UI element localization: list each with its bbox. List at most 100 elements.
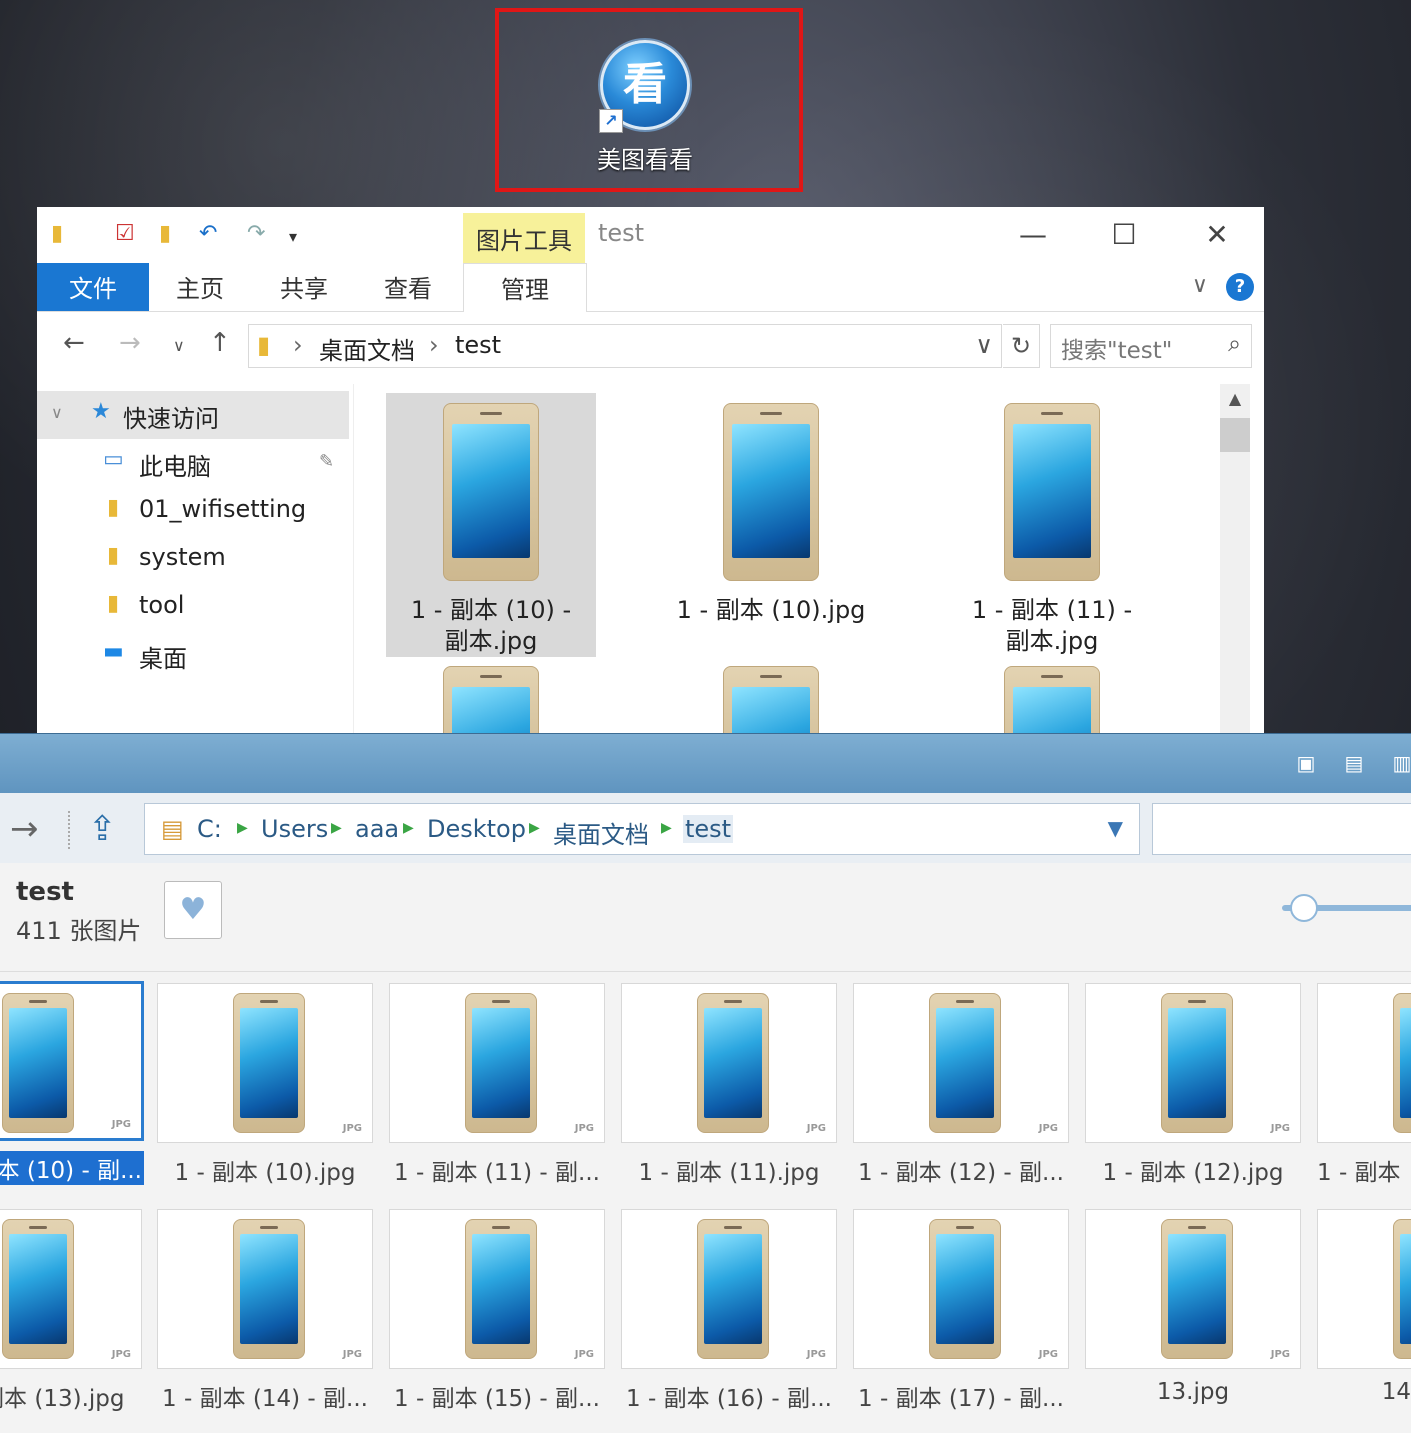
- pin-icon[interactable]: ✎: [319, 451, 334, 472]
- image-thumbnail: [2, 1219, 74, 1359]
- thumbnail-caption: 1 - 副本 (10) - 副...: [0, 1151, 144, 1185]
- close-button[interactable]: ✕: [1187, 215, 1247, 255]
- file-type-badge: JPG: [342, 1349, 362, 1360]
- forward-button[interactable]: →: [119, 328, 141, 358]
- tab-home[interactable]: 主页: [163, 263, 237, 311]
- customize-dropdown-icon[interactable]: ▾: [289, 227, 297, 246]
- thumbnail-cell[interactable]: JPG 1 - 副本 (16) - 副...: [621, 1209, 837, 1413]
- thumbnail-cell[interactable]: JPG 13.jpg: [1085, 1209, 1301, 1405]
- forward-arrow-icon[interactable]: →: [10, 809, 39, 849]
- maximize-button[interactable]: ☐: [1094, 215, 1154, 255]
- ribbon-tabs: 文件 主页 共享 查看 管理 ∨ ?: [37, 263, 1264, 312]
- favorite-heart-icon[interactable]: ♥: [164, 881, 222, 939]
- address-folder-icon: ▮: [257, 331, 271, 359]
- address-bar[interactable]: ▮ › 桌面文档 › test ∨: [248, 324, 1002, 368]
- thumbnail-cell[interactable]: JPG 1 - 副本 (12) - 副...: [853, 983, 1069, 1187]
- breadcrumb-item[interactable]: Desktop: [427, 815, 526, 843]
- redo-icon[interactable]: ↷: [247, 221, 265, 246]
- file-name: 1 - 副本 (10) -: [410, 596, 572, 624]
- file-tile[interactable]: 1 - 副本 (10).jpg: [666, 393, 876, 657]
- nav-item-this-pc[interactable]: ▭ 此电脑 ✎: [37, 439, 349, 487]
- tab-file[interactable]: 文件: [37, 263, 149, 311]
- thumbnail-cell[interactable]: JPG 1 - 副本 (11).jpg: [621, 983, 837, 1187]
- feedback-icon[interactable]: ▣: [1290, 748, 1322, 778]
- mini-mode-icon[interactable]: ▤: [1338, 748, 1370, 778]
- breadcrumb-arrow-icon: ▶: [331, 820, 342, 836]
- breadcrumb-item[interactable]: 桌面文档: [553, 815, 649, 850]
- zoom-slider[interactable]: [1282, 894, 1411, 922]
- file-explorer-window: ▮ ☑ ▮ ↶ ↷ ▾ 图片工具 test — ☐ ✕ 文件 主页 共享 查看 …: [37, 207, 1264, 734]
- thumbnail-frame: JPG: [157, 1209, 373, 1369]
- undo-icon[interactable]: ↶: [199, 221, 217, 246]
- nav-item-system[interactable]: ▮ system: [37, 535, 349, 583]
- refresh-button[interactable]: ↻: [1003, 324, 1040, 368]
- breadcrumb-item[interactable]: Users: [261, 815, 328, 843]
- thumbnail-cell[interactable]: JPG 1 - 副本 (10).jpg: [157, 983, 373, 1187]
- collapse-chevron-icon[interactable]: ∨: [51, 403, 63, 422]
- thumbnail-cell[interactable]: JPG 1 - 副本 (14) - 副...: [157, 1209, 373, 1413]
- address-dropdown-icon[interactable]: ▼: [1108, 816, 1123, 840]
- vertical-scrollbar[interactable]: ▲: [1220, 384, 1250, 734]
- new-folder-icon[interactable]: ▮: [159, 221, 171, 246]
- minimize-button[interactable]: —: [1003, 215, 1063, 255]
- file-tile[interactable]: [666, 666, 876, 734]
- recent-locations-icon[interactable]: ∨: [173, 336, 185, 355]
- thumbnail-cell[interactable]: 14: [1317, 1209, 1411, 1405]
- image-thumbnail: [233, 1219, 305, 1359]
- properties-icon[interactable]: ☑: [115, 221, 135, 246]
- nav-item-desktop[interactable]: ▬ 桌面: [37, 631, 349, 679]
- up-button[interactable]: ↑: [209, 328, 231, 358]
- tab-share[interactable]: 共享: [267, 263, 341, 311]
- breadcrumb-item[interactable]: 桌面文档: [319, 331, 415, 366]
- breadcrumb-item[interactable]: C:: [197, 815, 222, 843]
- file-type-badge: JPG: [806, 1123, 826, 1134]
- nav-label: system: [139, 543, 226, 571]
- breadcrumb-item[interactable]: aaa: [355, 815, 399, 843]
- search-icon: ⌕: [1228, 331, 1241, 357]
- search-placeholder: 搜索"test": [1061, 338, 1173, 364]
- file-tile[interactable]: 1 - 副本 (11) - 副本.jpg: [947, 393, 1157, 657]
- breadcrumb-arrow-icon: ▶: [237, 820, 248, 836]
- thumbnail-cell[interactable]: JPG 1 - 副本 (13).jpg: [0, 1209, 142, 1413]
- file-thumbnail: [723, 666, 819, 734]
- thumbnail-frame: JPG: [1085, 1209, 1301, 1369]
- breadcrumb-item[interactable]: test: [683, 815, 734, 843]
- folder-icon: ▮: [107, 591, 120, 616]
- file-tile[interactable]: [947, 666, 1157, 734]
- thumbnail-cell[interactable]: JPG 1 - 副本 (10) - 副...: [0, 981, 144, 1185]
- file-tile[interactable]: [386, 666, 596, 734]
- tab-manage[interactable]: 管理: [463, 263, 587, 312]
- scroll-up-icon[interactable]: ▲: [1220, 384, 1250, 414]
- up-level-icon[interactable]: ⇪: [88, 809, 117, 849]
- address-dropdown-icon[interactable]: ∨: [975, 331, 993, 359]
- image-thumbnail: [465, 993, 537, 1133]
- nav-item-tool[interactable]: ▮ tool: [37, 583, 349, 631]
- back-button[interactable]: ←: [63, 328, 85, 358]
- breadcrumb-item[interactable]: test: [455, 331, 501, 359]
- scrollbar-thumb[interactable]: [1220, 418, 1250, 452]
- thumbnail-cell[interactable]: JPG 1 - 副本 (15) - 副...: [389, 1209, 605, 1413]
- thumbnail-cell[interactable]: JPG 1 - 副本 (11) - 副...: [389, 983, 605, 1187]
- image-thumbnail: [1393, 1219, 1411, 1359]
- search-box[interactable]: 搜索"test" ⌕: [1050, 324, 1252, 368]
- skin-icon[interactable]: ▥: [1386, 748, 1411, 778]
- thumbnail-frame: JPG: [0, 1209, 142, 1369]
- expand-ribbon-icon[interactable]: ∨: [1192, 273, 1208, 298]
- star-icon: ★: [91, 399, 111, 424]
- thumbnail-cell[interactable]: JPG 1 - 副本 (17) - 副...: [853, 1209, 1069, 1413]
- image-thumbnail: [2, 993, 74, 1133]
- breadcrumb-chevron-icon: ›: [293, 331, 303, 359]
- viewer-search-input[interactable]: [1152, 803, 1411, 855]
- thumbnail-cell[interactable]: JPG 1 - 副本 (12).jpg: [1085, 983, 1301, 1187]
- thumbnail-cell[interactable]: 1 - 副本: [1317, 983, 1411, 1187]
- tab-view[interactable]: 查看: [371, 263, 445, 311]
- help-icon[interactable]: ?: [1226, 273, 1254, 301]
- viewer-address-bar[interactable]: ▤ C: ▶ Users ▶ aaa ▶ Desktop ▶ 桌面文档 ▶ te…: [144, 803, 1140, 855]
- file-tile[interactable]: 1 - 副本 (10) - 副本.jpg: [386, 393, 596, 657]
- picture-tools-tab[interactable]: 图片工具: [463, 213, 585, 263]
- zoom-slider-knob[interactable]: [1290, 894, 1318, 922]
- image-thumbnail: [929, 1219, 1001, 1359]
- nav-item-quick-access[interactable]: ∨ ★ 快速访问: [37, 391, 349, 439]
- thumbnail-caption: 1 - 副本: [1317, 1160, 1401, 1186]
- nav-item-wifisetting[interactable]: ▮ 01_wifisetting: [37, 487, 349, 535]
